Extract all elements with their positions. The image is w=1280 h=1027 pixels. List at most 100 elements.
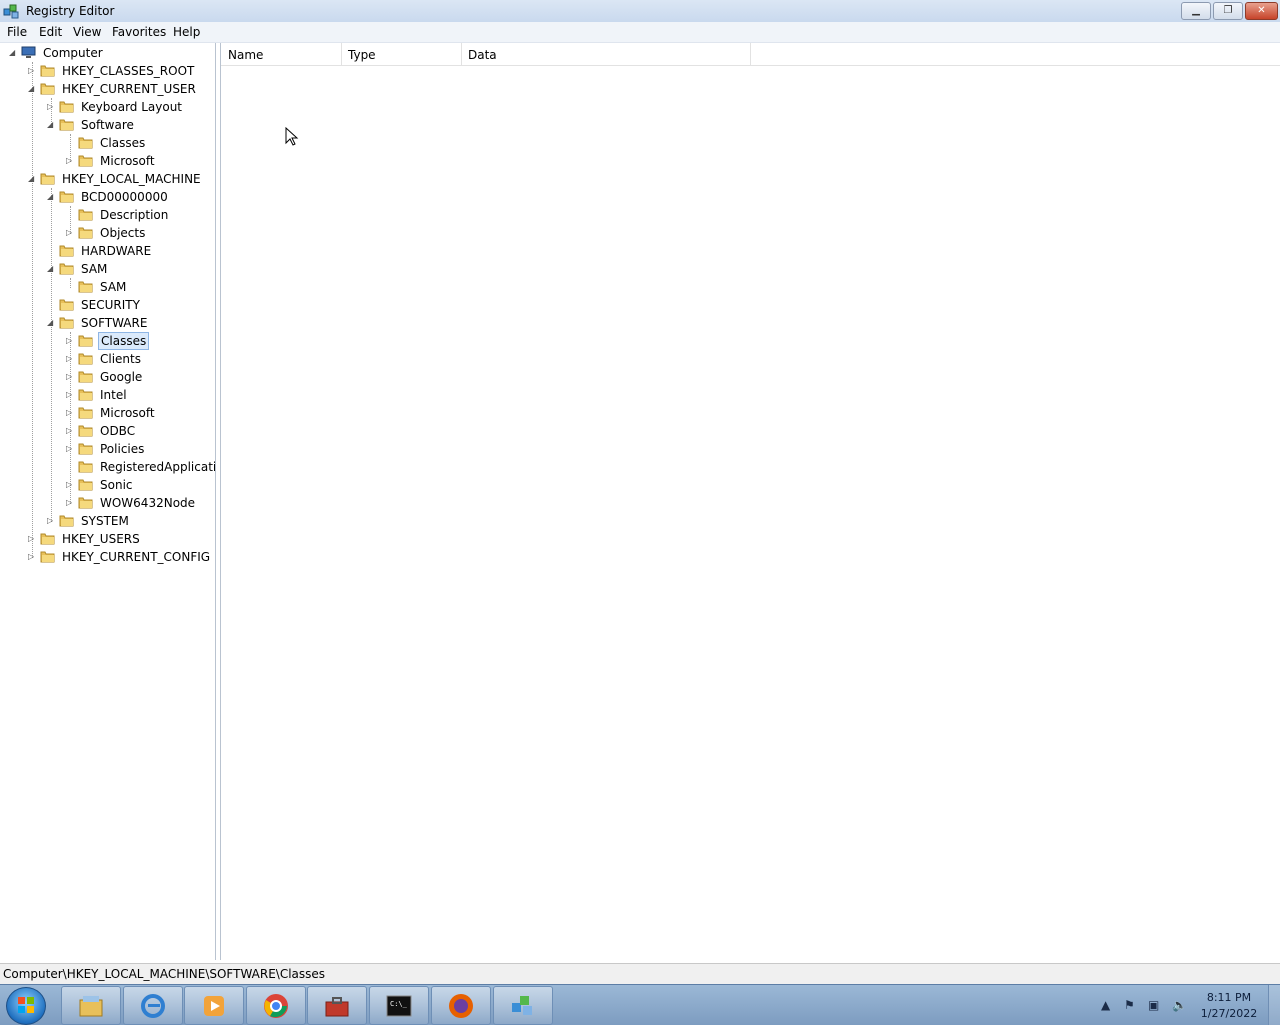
- folder-icon: [40, 83, 55, 95]
- collapse-arrow-icon[interactable]: ◢: [9, 48, 18, 57]
- restore-button[interactable]: ❐: [1213, 2, 1243, 20]
- start-button[interactable]: [6, 987, 46, 1025]
- windows-logo-icon: [18, 997, 34, 1013]
- tree-connector: [47, 300, 56, 309]
- close-button[interactable]: ✕: [1245, 2, 1278, 20]
- tree-node[interactable]: ◢ Software: [47, 116, 215, 134]
- folder-icon: [40, 533, 55, 545]
- expand-arrow-icon[interactable]: ▷: [66, 372, 75, 381]
- taskbar-button-command-prompt[interactable]: C:\_: [369, 986, 429, 1025]
- expand-arrow-icon[interactable]: ▷: [66, 444, 75, 453]
- show-desktop-button[interactable]: [1268, 985, 1280, 1025]
- collapse-arrow-icon[interactable]: ◢: [47, 264, 56, 273]
- action-center-flag-icon[interactable]: ⚑: [1124, 998, 1135, 1012]
- expand-arrow-icon[interactable]: ▷: [66, 408, 75, 417]
- folder-icon: [78, 137, 93, 149]
- tree-node[interactable]: ◢ BCD00000000: [47, 188, 215, 206]
- clock-date: 1/27/2022: [1200, 1007, 1258, 1020]
- tree-node-label: Sonic: [100, 478, 133, 492]
- explorer-icon: [79, 996, 103, 1017]
- tree-node[interactable]: ▷ Keyboard Layout: [47, 98, 215, 116]
- tree-node[interactable]: ◢ HKEY_CURRENT_USER: [28, 80, 215, 98]
- collapse-arrow-icon[interactable]: ◢: [47, 192, 56, 201]
- tree-connector: [66, 138, 75, 147]
- tree-node[interactable]: RegisteredApplications: [66, 458, 215, 476]
- tree-node[interactable]: ▷ Sonic: [66, 476, 215, 494]
- tree-node-label: Microsoft: [100, 406, 155, 420]
- menu-favorites[interactable]: Favorites: [112, 25, 166, 39]
- tree-node[interactable]: ▷ Microsoft: [66, 404, 215, 422]
- expand-arrow-icon[interactable]: ▷: [47, 102, 56, 111]
- tree-node[interactable]: ▷ WOW6432Node: [66, 494, 215, 512]
- network-icon[interactable]: ▣: [1148, 998, 1159, 1012]
- taskbar-button-toolbox[interactable]: [307, 986, 367, 1025]
- column-header-name[interactable]: Name: [221, 43, 342, 66]
- clock[interactable]: 8:11 PM 1/27/2022: [1198, 990, 1260, 1022]
- tree-node[interactable]: Classes: [66, 134, 215, 152]
- tree-node[interactable]: SECURITY: [47, 296, 215, 314]
- expand-arrow-icon[interactable]: ▷: [66, 228, 75, 237]
- collapse-arrow-icon[interactable]: ◢: [47, 120, 56, 129]
- menu-help[interactable]: Help: [173, 25, 200, 39]
- expand-arrow-icon[interactable]: ▷: [66, 156, 75, 165]
- expand-arrow-icon[interactable]: ▷: [47, 516, 56, 525]
- expand-arrow-icon[interactable]: ▷: [28, 552, 37, 561]
- tree-node[interactable]: ▷ SYSTEM: [47, 512, 215, 530]
- menu-edit[interactable]: Edit: [39, 25, 62, 39]
- tree-node[interactable]: ▷ Google: [66, 368, 215, 386]
- minimize-button[interactable]: ▁: [1181, 2, 1211, 20]
- expand-arrow-icon[interactable]: ▷: [28, 534, 37, 543]
- collapse-arrow-icon[interactable]: ◢: [47, 318, 56, 327]
- expand-arrow-icon[interactable]: ▷: [28, 66, 37, 75]
- expand-arrow-icon[interactable]: ▷: [66, 498, 75, 507]
- tree-node-label: Microsoft: [100, 154, 155, 168]
- tree-node[interactable]: ◢ HKEY_LOCAL_MACHINE: [28, 170, 215, 188]
- tree-node[interactable]: ▷ Objects: [66, 224, 215, 242]
- tree-node[interactable]: HARDWARE: [47, 242, 215, 260]
- expand-arrow-icon[interactable]: ▷: [66, 480, 75, 489]
- tree-node[interactable]: ▷ HKEY_USERS: [28, 530, 215, 548]
- tree-node[interactable]: ▷ ODBC: [66, 422, 215, 440]
- expand-arrow-icon[interactable]: ▷: [66, 336, 75, 345]
- expand-arrow-icon[interactable]: ▷: [66, 354, 75, 363]
- menu-file[interactable]: File: [7, 25, 27, 39]
- tree-node-label: Software: [81, 118, 134, 132]
- tree-node[interactable]: ▷ Policies: [66, 440, 215, 458]
- show-hidden-icons-icon[interactable]: ▲: [1101, 998, 1110, 1012]
- tree-node[interactable]: ◢ Computer: [9, 44, 215, 62]
- tree-node[interactable]: ▷ Intel: [66, 386, 215, 404]
- taskbar-button-internet-explorer[interactable]: [123, 986, 183, 1025]
- collapse-arrow-icon[interactable]: ◢: [28, 84, 37, 93]
- tree-node-label: Keyboard Layout: [81, 100, 183, 114]
- taskbar-button-media-player[interactable]: [184, 986, 244, 1025]
- tree-node[interactable]: Description: [66, 206, 215, 224]
- folder-icon: [40, 551, 55, 563]
- tree-node[interactable]: ◢ SOFTWARE: [47, 314, 215, 332]
- folder-icon: [78, 497, 93, 509]
- taskbar-button-registry-editor[interactable]: [493, 986, 553, 1025]
- column-header-type[interactable]: Type: [341, 43, 462, 66]
- folder-icon: [59, 299, 74, 311]
- column-header-data[interactable]: Data: [461, 43, 751, 66]
- expand-arrow-icon[interactable]: ▷: [66, 426, 75, 435]
- volume-icon[interactable]: 🔈: [1172, 998, 1187, 1012]
- tree-node-label: Classes: [100, 136, 146, 150]
- tree-node[interactable]: ◢ SAM: [47, 260, 215, 278]
- tree-node[interactable]: ▷ Microsoft: [66, 152, 215, 170]
- tree-node[interactable]: ▷ HKEY_CLASSES_ROOT: [28, 62, 215, 80]
- expand-arrow-icon[interactable]: ▷: [66, 390, 75, 399]
- taskbar-button-firefox[interactable]: [431, 986, 491, 1025]
- values-list[interactable]: Name Type Data: [220, 43, 1280, 960]
- registry-tree[interactable]: ◢ Computer ▷ HKEY_CLASSES_ROOT ◢ HKEY_CURRENT…: [0, 43, 216, 960]
- tree-node[interactable]: SAM: [66, 278, 215, 296]
- taskbar-button-explorer[interactable]: [61, 986, 121, 1025]
- tree-node-label: Policies: [100, 442, 145, 456]
- taskbar-button-chrome[interactable]: [246, 986, 306, 1025]
- tree-node[interactable]: ▷ Classes: [66, 332, 215, 350]
- menu-view[interactable]: View: [73, 25, 101, 39]
- internet-explorer-icon: [141, 994, 165, 1018]
- tree-node-label: ODBC: [100, 424, 136, 438]
- collapse-arrow-icon[interactable]: ◢: [28, 174, 37, 183]
- tree-node[interactable]: ▷ Clients: [66, 350, 215, 368]
- tree-node[interactable]: ▷ HKEY_CURRENT_CONFIG: [28, 548, 215, 566]
